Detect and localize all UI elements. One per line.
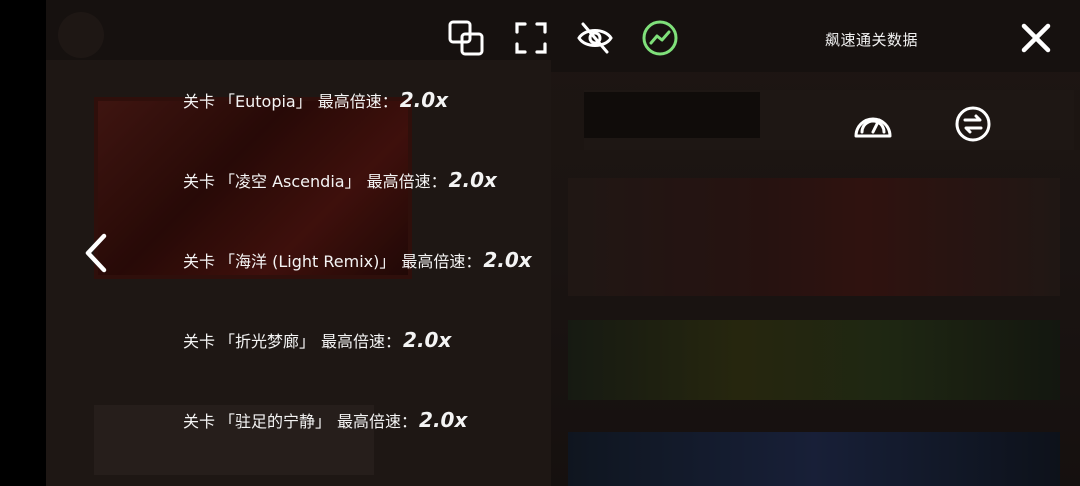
level-prefix: 关卡 xyxy=(183,92,216,111)
eye-off-icon[interactable] xyxy=(575,18,615,58)
level-name: 「凌空 Ascendia」 xyxy=(219,172,361,191)
list-item: 关卡 「凌空 Ascendia」 最高倍速： 2.0x xyxy=(183,168,497,192)
speed-value: 2.0x xyxy=(483,248,532,272)
level-name: 「折光梦廊」 xyxy=(219,332,316,351)
list-item: 关卡 「海洋 (Light Remix)」 最高倍速： 2.0x xyxy=(183,248,532,272)
speed-value: 2.0x xyxy=(419,408,468,432)
chevron-left-icon[interactable] xyxy=(78,228,114,278)
fullscreen-icon[interactable] xyxy=(511,18,551,58)
speed-label: 最高倍速： xyxy=(337,412,418,431)
list-item: 关卡 「折光梦廊」 最高倍速： 2.0x xyxy=(183,328,451,352)
copy-icon[interactable] xyxy=(446,18,486,58)
level-name: 「海洋 (Light Remix)」 xyxy=(219,252,396,271)
level-prefix: 关卡 xyxy=(183,252,216,271)
page-title: 飙速通关数据 xyxy=(825,31,919,49)
level-prefix: 关卡 xyxy=(183,172,216,191)
speed-label: 最高倍速： xyxy=(321,332,402,351)
trend-chart-icon[interactable] xyxy=(640,18,680,58)
close-icon[interactable] xyxy=(1016,18,1056,58)
list-item: 关卡 「Eutopia」 最高倍速： 2.0x xyxy=(183,88,448,112)
level-prefix: 关卡 xyxy=(183,332,216,351)
speed-value: 2.0x xyxy=(403,328,452,352)
list-item: 关卡 「驻足的宁静」 最高倍速： 2.0x xyxy=(183,408,467,432)
level-prefix: 关卡 xyxy=(183,412,216,431)
speed-label: 最高倍速： xyxy=(401,252,482,271)
level-name: 「驻足的宁静」 xyxy=(219,412,332,431)
left-black-bar xyxy=(0,0,46,486)
level-name: 「Eutopia」 xyxy=(219,92,312,111)
swap-icon[interactable] xyxy=(951,102,995,146)
speed-value: 2.0x xyxy=(399,88,449,112)
speedometer-icon[interactable] xyxy=(851,102,895,146)
speed-label: 最高倍速： xyxy=(317,92,398,111)
speed-label: 最高倍速： xyxy=(366,172,447,191)
speed-value: 2.0x xyxy=(448,168,497,192)
